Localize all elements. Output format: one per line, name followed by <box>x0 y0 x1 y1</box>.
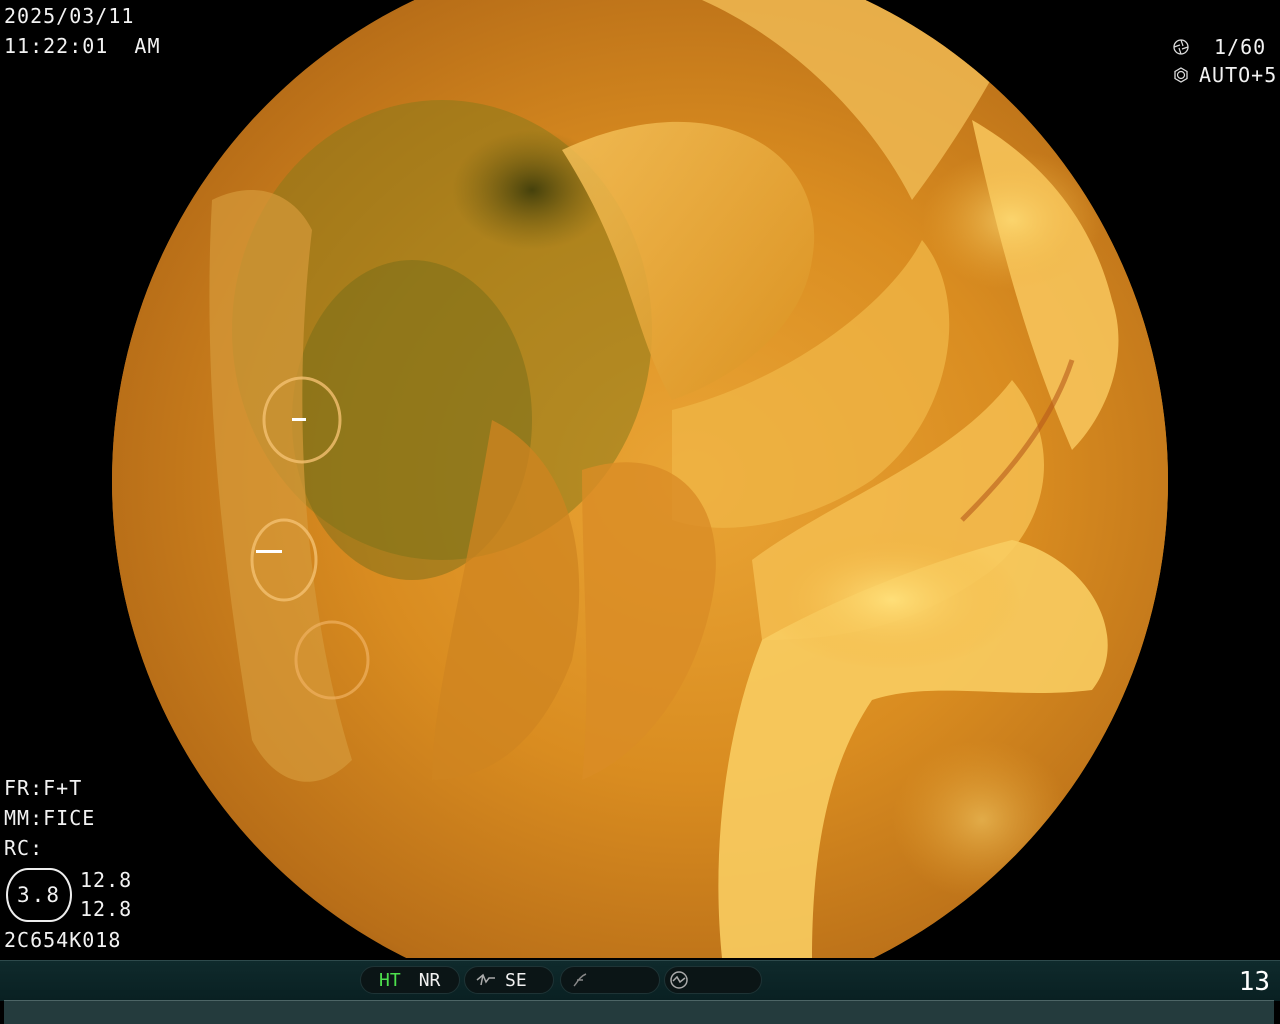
iris-icon <box>1173 67 1189 83</box>
time-label: 11:22:01 AM <box>4 34 161 58</box>
structure-enhance-icon <box>475 972 497 988</box>
fr-setting: FR:F+T <box>4 776 83 800</box>
endoscope-screen: 2025/03/11 11:22:01 AM 1/60 AUTO+5 FR:F+… <box>0 0 1280 1024</box>
color-enhance-icon <box>571 971 589 989</box>
iris-mode: AUTO+5 <box>1199 63 1278 87</box>
mode-indicator[interactable] <box>664 966 762 994</box>
rc-setting: RC: <box>4 836 44 860</box>
ht-nr-indicator[interactable]: HT NR <box>360 966 460 994</box>
page-number: 13 <box>1238 967 1270 997</box>
se-indicator[interactable]: SE <box>464 966 554 994</box>
rc-badge: 3.8 <box>6 868 72 922</box>
mm-setting: MM:FICE <box>4 806 96 830</box>
endoscopic-image <box>112 0 1168 958</box>
color-enhance-indicator[interactable] <box>560 966 660 994</box>
nr-label: NR <box>418 969 441 991</box>
date-label: 2025/03/11 <box>4 4 135 28</box>
shutter-speed: 1/60 <box>1214 35 1267 59</box>
serial-number: 2C654K018 <box>4 928 122 952</box>
mucosa-illustration <box>112 0 1168 958</box>
rc-value-1: 12.8 <box>80 868 133 892</box>
status-bar-lower <box>4 1000 1274 1024</box>
mode-circle-icon <box>669 970 689 990</box>
rc-value-2: 12.8 <box>80 897 133 921</box>
ht-label: HT <box>379 969 401 991</box>
rc-badge-value: 3.8 <box>17 883 61 907</box>
se-label: SE <box>505 969 527 991</box>
aperture-icon <box>1173 39 1189 55</box>
